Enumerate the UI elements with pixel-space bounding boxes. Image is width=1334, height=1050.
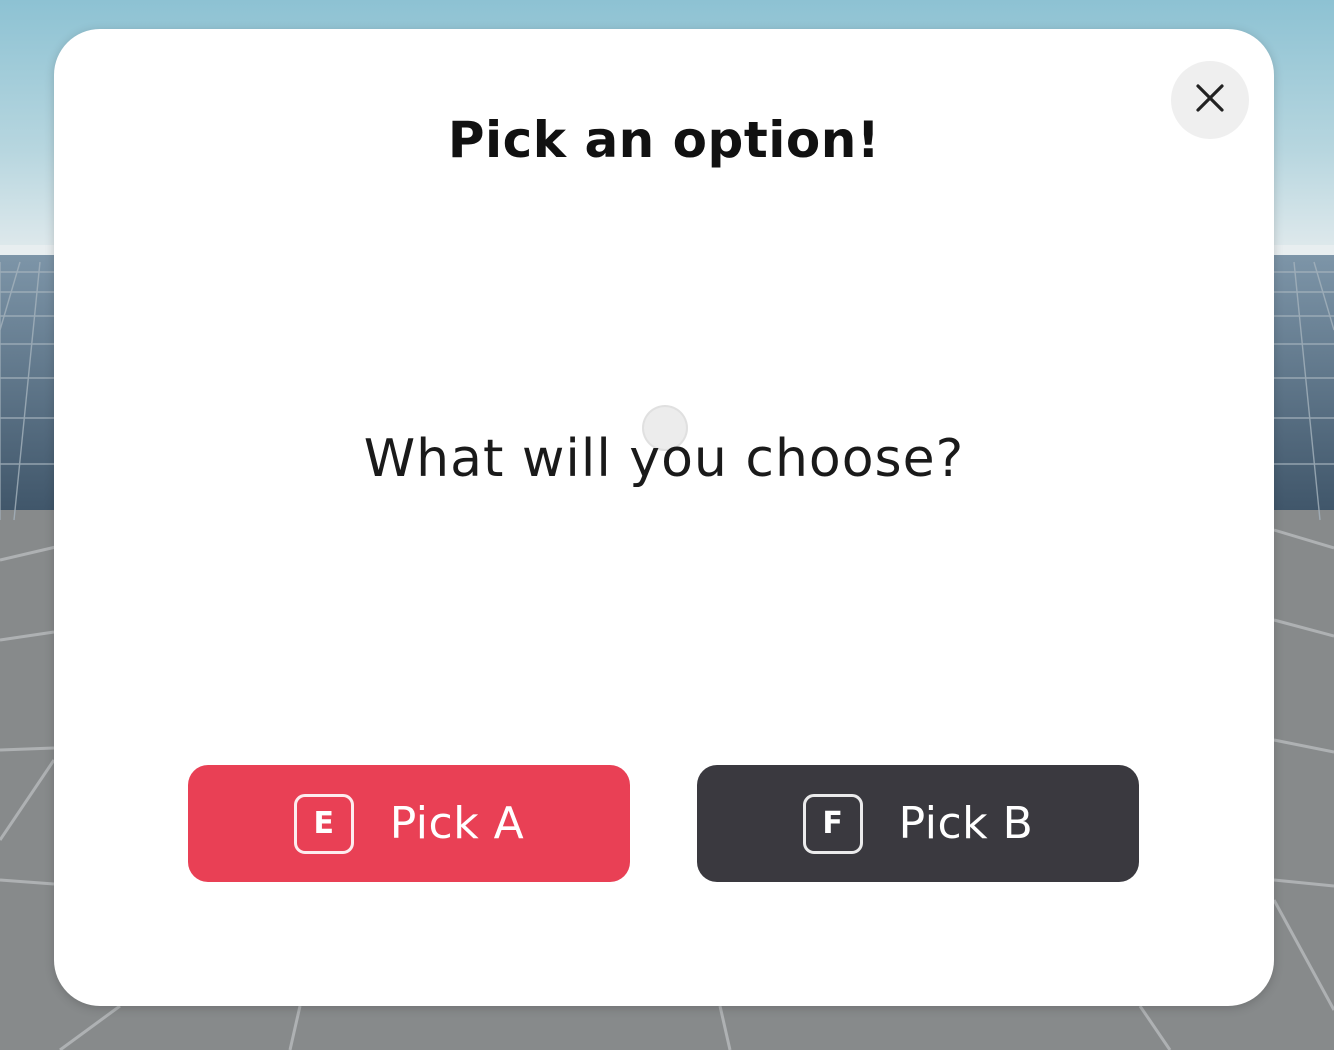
key-f-hint: F (802, 793, 863, 854)
dialog-title: Pick an option! (447, 111, 881, 169)
pick-a-button[interactable]: E Pick A (188, 765, 630, 882)
choice-dialog: Pick an option! What will you choose? E … (54, 29, 1274, 1006)
key-e-hint: E (293, 793, 354, 854)
pick-b-label: Pick B (898, 798, 1034, 849)
dialog-prompt: What will you choose? (363, 429, 965, 489)
pick-a-label: Pick A (389, 798, 525, 849)
pick-b-button[interactable]: F Pick B (697, 765, 1139, 882)
